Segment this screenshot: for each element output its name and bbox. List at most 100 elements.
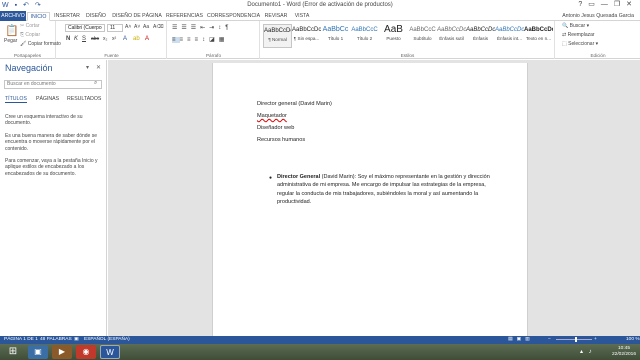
bullets-icon[interactable]: ☰ — [172, 25, 181, 31]
zoom-out-icon[interactable]: − — [548, 337, 551, 342]
minimize-icon[interactable]: — — [601, 1, 614, 8]
style-strong[interactable]: AaBbCcDc Texto en n... — [524, 24, 553, 48]
word-count[interactable]: 48 PALABRAS — [40, 337, 72, 342]
zoom-slider[interactable] — [556, 339, 592, 340]
tab-file[interactable]: ARCHIVO — [0, 11, 26, 21]
shading-icon[interactable]: ◪ — [209, 37, 219, 43]
zoom-in-icon[interactable]: + — [594, 337, 597, 342]
media-player-icon[interactable]: ▶ — [52, 345, 72, 359]
print-layout-icon[interactable]: ▣ — [517, 337, 526, 342]
nav-search-input[interactable]: Buscar en documento — [4, 80, 102, 89]
window-controls[interactable]: ?▭—❐✕ — [578, 0, 638, 8]
style-heading-2[interactable]: AaBbCcC Título 2 — [350, 24, 379, 48]
increase-indent-icon[interactable]: ⇥ — [209, 25, 218, 31]
ribbon: 📋 Pegar ✂ Cortar ⎘ Copiar 🖌 Copiar forma… — [0, 21, 640, 59]
language[interactable]: ESPAÑOL (ESPAÑA) — [84, 337, 130, 342]
style-subtle-emphasis[interactable]: AaBbCcDc Énfasis sutil — [437, 24, 466, 48]
replace-button[interactable]: ⇄ Reemplazar — [562, 32, 595, 38]
font-name-select[interactable]: Calibri (Cuerpo — [65, 24, 105, 32]
decrease-indent-icon[interactable]: ⇤ — [200, 25, 209, 31]
cut-button[interactable]: ✂ Cortar — [20, 23, 40, 29]
explorer-icon[interactable]: ▣ — [28, 345, 48, 359]
shrink-font-icon[interactable]: A˅ — [134, 24, 140, 30]
tab-home[interactable]: INICIO — [27, 12, 50, 21]
tab-references[interactable]: REFERENCIAS — [166, 12, 203, 21]
multilevel-icon[interactable]: ☰ — [191, 25, 200, 31]
tab-insert[interactable]: INSERTAR — [53, 12, 81, 21]
style-no-spacing[interactable]: AaBbCcDc ¶ Sin espa... — [292, 24, 321, 48]
clear-format-icon[interactable]: A⌫ — [153, 24, 163, 30]
chevron-down-icon[interactable]: ▾ — [86, 64, 89, 71]
align-right-icon[interactable]: ≡ — [187, 37, 195, 43]
page-count[interactable]: PÁGINA 1 DE 1 — [4, 337, 38, 342]
align-center-icon[interactable]: ≡ — [180, 37, 188, 43]
tab-design[interactable]: DISEÑO — [84, 12, 108, 21]
doc-paragraph[interactable]: Director General (David Marin): Soy el m… — [277, 173, 497, 206]
paste-button[interactable]: Pegar — [4, 38, 17, 44]
tab-headings[interactable]: TÍTULOS — [5, 96, 27, 103]
paste-icon[interactable]: 📋 — [5, 24, 19, 37]
align-left-icon[interactable]: ≡ — [172, 37, 180, 43]
superscript-button[interactable]: x² — [112, 36, 116, 42]
tab-page-layout[interactable]: DISEÑO DE PÁGINA — [112, 12, 162, 21]
web-layout-icon[interactable]: ▥ — [525, 337, 534, 342]
close-icon[interactable]: ✕ — [626, 1, 638, 8]
style-emphasis[interactable]: AaBbCcDc Énfasis — [466, 24, 495, 48]
paragraph-label: Párrafo — [205, 53, 222, 58]
system-tray[interactable]: ▴ ♪ — [580, 348, 594, 355]
style-title[interactable]: AaB Puesto — [379, 24, 408, 48]
zoom-slider-handle[interactable] — [575, 337, 577, 342]
tab-results[interactable]: RESULTADOS — [67, 96, 101, 102]
tab-mailings[interactable]: CORRESPONDENCIA — [207, 12, 260, 21]
change-case-icon[interactable]: Aa — [143, 24, 149, 30]
justify-icon[interactable]: ≡ — [195, 37, 203, 43]
underline-button[interactable]: S — [82, 36, 86, 42]
doc-line-2[interactable]: Maquetador — [257, 113, 287, 119]
nav-help-text-3: Para comenzar, vaya a la pestaña Inicio … — [5, 158, 98, 177]
search-icon[interactable]: ⌕ — [94, 80, 97, 87]
bold-button[interactable]: N — [66, 36, 70, 42]
close-icon[interactable]: ✕ — [96, 64, 101, 71]
borders-icon[interactable]: ▦ — [219, 37, 229, 43]
window-title: Documento1 - Word (Error de activación d… — [247, 2, 393, 8]
text-effects-icon[interactable]: A — [123, 36, 127, 42]
tab-pages[interactable]: PÁGINAS — [36, 96, 59, 102]
highlight-icon[interactable]: ab — [133, 36, 140, 42]
doc-line-4[interactable]: Recursos humanos — [257, 137, 305, 143]
font-size-select[interactable]: 11 — [107, 24, 123, 32]
start-icon[interactable]: ⊞ — [3, 345, 23, 359]
italic-button[interactable]: K — [74, 36, 78, 42]
find-button[interactable]: 🔍 Buscar ▾ — [562, 23, 589, 29]
user-name[interactable]: Antonio Jesus Quesada Garcia — [562, 13, 634, 19]
help-icon[interactable]: ? — [578, 1, 588, 8]
style-subtitle[interactable]: AaBbCcC Subtítulo — [408, 24, 437, 48]
doc-line-1[interactable]: Director general (David Marin) — [257, 101, 332, 107]
doc-line-3[interactable]: Diseñador web — [257, 125, 294, 131]
word-taskbar-icon[interactable]: W — [100, 345, 120, 359]
strikethrough-button[interactable]: abc — [91, 36, 99, 42]
ribbon-display-icon[interactable]: ▭ — [588, 1, 601, 8]
list-buttons[interactable]: ☰☰☰⇤⇥↕¶ — [172, 24, 232, 31]
clock[interactable]: 10:45 22/02/2016 — [612, 346, 636, 358]
view-buttons[interactable]: ▤▣▥ — [508, 337, 534, 342]
style-intense-emphasis[interactable]: AaBbCcDc Énfasis int... — [495, 24, 524, 48]
line-spacing-icon[interactable]: ↕ — [202, 37, 209, 43]
grow-font-icon[interactable]: A˄ — [125, 24, 131, 30]
subscript-button[interactable]: x₂ — [103, 36, 107, 42]
format-painter-button[interactable]: 🖌 Copiar formato — [20, 41, 61, 47]
chrome-icon[interactable]: ◉ — [76, 345, 96, 359]
numbering-icon[interactable]: ☰ — [181, 25, 190, 31]
font-color-icon[interactable]: A — [145, 36, 149, 42]
tab-view[interactable]: VISTA — [292, 12, 312, 21]
align-buttons[interactable]: ≡≡≡≡↕◪▦ — [172, 36, 228, 43]
proofing-icon[interactable]: ▣ — [74, 337, 79, 342]
style-heading-1[interactable]: AaBbCc Título 1 — [321, 24, 350, 48]
maximize-icon[interactable]: ❐ — [614, 1, 626, 8]
copy-button[interactable]: ⎘ Copiar — [20, 32, 40, 38]
tab-review[interactable]: REVISAR — [263, 12, 289, 21]
show-marks-icon[interactable]: ¶ — [225, 25, 232, 31]
style-normal[interactable]: AaBbCcDc ¶ Normal — [263, 24, 292, 48]
zoom-level[interactable]: 100 % — [626, 337, 640, 342]
select-button[interactable]: ⬚ Seleccionar ▾ — [562, 41, 598, 47]
read-mode-icon[interactable]: ▤ — [508, 337, 517, 342]
